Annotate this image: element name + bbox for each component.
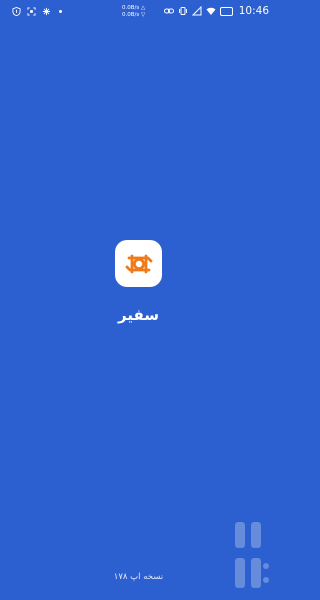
app-name: سفیر xyxy=(117,306,159,324)
net-speed-up: 0.0B/s △ xyxy=(122,5,146,11)
shield-icon xyxy=(12,7,21,16)
wifi-icon xyxy=(206,6,216,16)
status-left-icons xyxy=(12,7,62,16)
net-speed-down: 0.0B/s ▽ xyxy=(122,11,146,18)
safir-logo-icon xyxy=(125,254,152,273)
splash-screen: 0.0B/s △ 0.0B/s ▽ 10:46 سفیر نسخه اپ ۱۷۸ xyxy=(0,0,277,600)
status-bar: 0.0B/s △ 0.0B/s ▽ 10:46 xyxy=(0,0,277,26)
battery-icon xyxy=(219,6,233,16)
network-speed: 0.0B/s △ 0.0B/s ▽ xyxy=(122,5,145,18)
notification-dot xyxy=(59,10,62,13)
vibrate-icon xyxy=(178,6,188,16)
link-icon xyxy=(163,6,174,16)
app-logo xyxy=(115,240,162,287)
signal-icon xyxy=(191,6,202,16)
status-right-icons: 10:46 xyxy=(163,5,269,17)
fan-icon xyxy=(42,7,51,16)
status-time: 10:46 xyxy=(238,5,269,17)
screenshot-icon xyxy=(27,7,36,16)
bazaar-watermark xyxy=(229,518,273,596)
